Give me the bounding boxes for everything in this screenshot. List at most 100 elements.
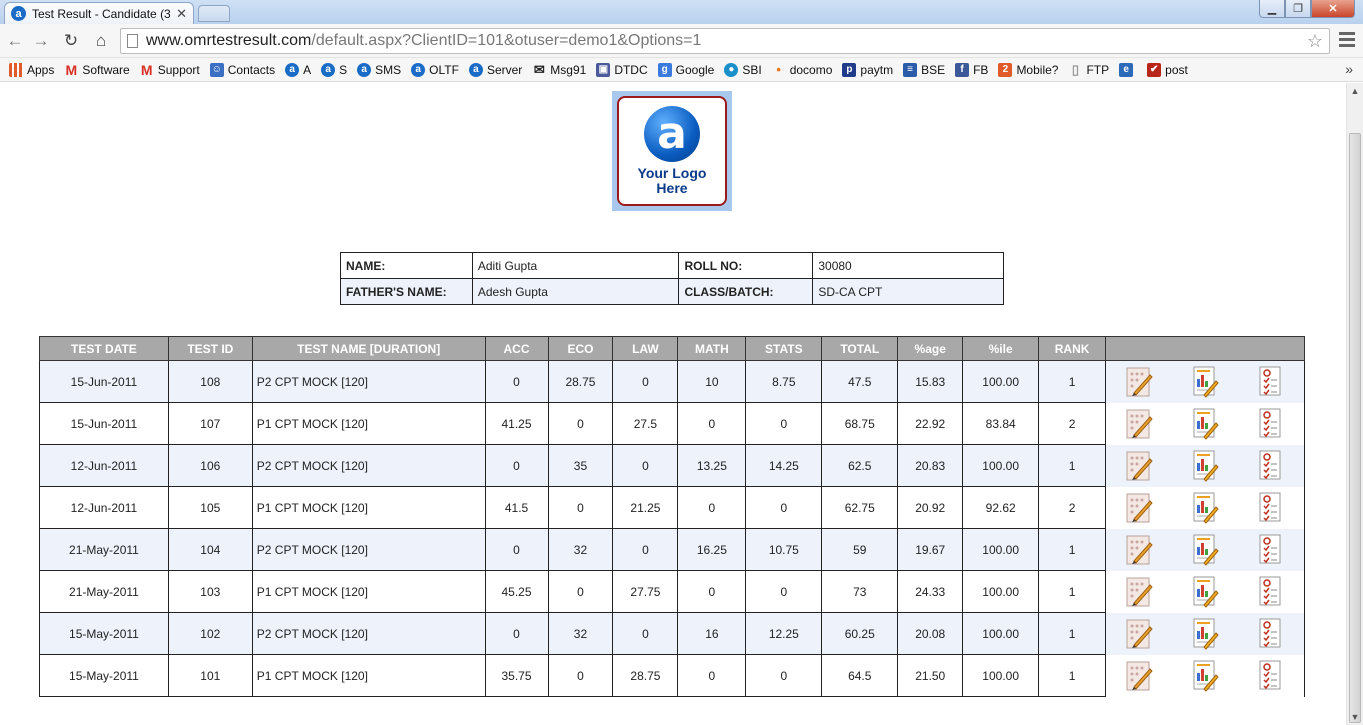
- answer-key-icon[interactable]: [1256, 659, 1286, 693]
- analysis-report-icon[interactable]: [1190, 491, 1220, 525]
- logo-text-line2: Here: [656, 180, 688, 196]
- results-table: TEST DATE TEST ID TEST NAME [DURATION] ACC E…: [39, 336, 1305, 697]
- analysis-report-icon[interactable]: [1190, 575, 1220, 609]
- bookmark-item[interactable]: aA: [280, 62, 316, 77]
- bookmark-item[interactable]: a SMS: [352, 62, 406, 77]
- acc-score-cell: 45.25: [484, 570, 549, 613]
- test-id-cell: 101: [167, 654, 253, 697]
- scroll-down-icon[interactable]: ▼: [1347, 709, 1363, 725]
- bookmark-item[interactable]: a Server: [464, 62, 527, 77]
- bookmark-star-icon[interactable]: ☆: [1307, 31, 1323, 52]
- bookmarks-overflow-icon[interactable]: »: [1345, 61, 1353, 77]
- maximize-icon[interactable]: ❐: [1285, 0, 1311, 18]
- analysis-report-icon[interactable]: [1190, 365, 1220, 399]
- bookmark-item[interactable]: ▯ FTP: [1063, 62, 1114, 77]
- omr-sheet-icon[interactable]: [1124, 617, 1154, 651]
- eco-score-cell: 0: [547, 654, 614, 697]
- browser-tab-active[interactable]: a Test Result - Candidate (3 ✕: [4, 2, 194, 24]
- row-action-group: [1106, 407, 1304, 441]
- percentage-cell: 20.92: [897, 486, 964, 529]
- omr-sheet-icon[interactable]: [1124, 533, 1154, 567]
- bookmarks-bar: Apps M Software M Support ☺ Contacts a Aa Sa SMS a O…: [0, 58, 1363, 82]
- logo-text-line1: Your Logo: [637, 165, 707, 181]
- rank-cell: 2: [1038, 402, 1107, 445]
- acc-score-cell: 35.75: [484, 654, 549, 697]
- bookmark-item[interactable]: ☺ Contacts: [205, 62, 280, 77]
- bookmark-item[interactable]: ✔ post: [1142, 62, 1193, 77]
- math-score-cell: 0: [677, 570, 747, 613]
- bookmark-label: Contacts: [227, 62, 276, 77]
- scrollbar-thumb[interactable]: [1349, 133, 1361, 723]
- bookmark-item[interactable]: ▣ DTDC: [591, 62, 652, 77]
- test-date-cell: 15-May-2011: [39, 654, 169, 697]
- bookmark-label: Support: [157, 62, 200, 77]
- column-header: RANK: [1038, 336, 1107, 361]
- bookmark-item[interactable]: M Software: [59, 62, 134, 78]
- bookmark-item[interactable]: g Google: [653, 62, 720, 77]
- answer-key-icon[interactable]: [1256, 365, 1286, 399]
- rank-cell: 2: [1038, 486, 1107, 529]
- minimize-icon[interactable]: ▁: [1259, 0, 1285, 18]
- analysis-report-icon[interactable]: [1190, 407, 1220, 441]
- omr-sheet-icon[interactable]: [1124, 449, 1154, 483]
- tab-close-icon[interactable]: ✕: [176, 6, 187, 22]
- acc-score-cell: 0: [484, 612, 549, 655]
- bookmark-item[interactable]: ✉ Msg91: [527, 61, 591, 77]
- bookmark-item[interactable]: M Support: [135, 62, 205, 78]
- omr-sheet-icon[interactable]: [1124, 407, 1154, 441]
- bookmark-item[interactable]: Apps: [4, 62, 59, 77]
- omr-sheet-icon[interactable]: [1124, 365, 1154, 399]
- bookmark-item[interactable]: ≡ BSE: [898, 62, 950, 77]
- chrome-menu-icon[interactable]: [1339, 32, 1355, 50]
- omr-sheet-icon[interactable]: [1124, 491, 1154, 525]
- close-window-icon[interactable]: ✕: [1311, 0, 1355, 18]
- omr-sheet-icon[interactable]: [1124, 575, 1154, 609]
- row-actions: [1105, 570, 1305, 613]
- bookmark-item[interactable]: ● SBI: [719, 62, 766, 77]
- a-logo-icon: a: [357, 62, 372, 77]
- bookmark-item[interactable]: a OLTF: [406, 62, 464, 77]
- bookmark-item[interactable]: • docomo: [767, 62, 838, 77]
- math-score-cell: 0: [677, 486, 747, 529]
- new-tab-button[interactable]: [198, 5, 230, 22]
- scroll-up-icon[interactable]: ▲: [1347, 83, 1363, 99]
- bookmark-label: S: [339, 62, 348, 77]
- answer-key-icon[interactable]: [1256, 407, 1286, 441]
- answer-key-icon[interactable]: [1256, 533, 1286, 567]
- back-arrow-icon[interactable]: ←: [4, 30, 26, 52]
- analysis-report-icon[interactable]: [1190, 659, 1220, 693]
- page-icon: [127, 34, 138, 48]
- bookmark-label: Google: [675, 62, 715, 77]
- row-action-group: [1106, 365, 1304, 399]
- bookmark-item[interactable]: 2 Mobile?: [993, 62, 1063, 77]
- eco-score-cell: 32: [547, 528, 614, 571]
- roll-number: 30080: [812, 252, 1004, 279]
- answer-key-icon[interactable]: [1256, 617, 1286, 651]
- column-header: STATS: [745, 336, 823, 361]
- forward-arrow-icon[interactable]: →: [30, 30, 52, 52]
- father-name-label: FATHER'S NAME:: [340, 278, 473, 305]
- window-controls: ▁ ❐ ✕: [1259, 0, 1355, 18]
- analysis-report-icon[interactable]: [1190, 449, 1220, 483]
- total-score-cell: 47.5: [821, 360, 899, 403]
- analysis-report-icon[interactable]: [1190, 617, 1220, 651]
- answer-key-icon[interactable]: [1256, 449, 1286, 483]
- test-name-cell: P1 CPT MOCK [120]: [251, 654, 486, 697]
- address-bar[interactable]: www.omrtestresult.com/default.aspx?Clien…: [120, 28, 1330, 54]
- bookmark-item[interactable]: p paytm: [837, 62, 898, 77]
- bookmark-item[interactable]: f FB: [950, 62, 993, 77]
- answer-key-icon[interactable]: [1256, 575, 1286, 609]
- test-name-cell: P1 CPT MOCK [120]: [251, 486, 486, 529]
- reload-icon[interactable]: ↻: [60, 30, 82, 52]
- envelope-icon: ✉: [533, 61, 545, 77]
- home-icon[interactable]: ⌂: [90, 30, 112, 52]
- vertical-scrollbar[interactable]: ▲ ▼: [1346, 83, 1363, 725]
- bookmark-item[interactable]: e: [1114, 62, 1142, 77]
- bookmark-item[interactable]: aS: [316, 62, 352, 77]
- ie-icon: e: [1119, 62, 1134, 77]
- test-id-cell: 105: [167, 486, 253, 529]
- omr-sheet-icon[interactable]: [1124, 659, 1154, 693]
- math-score-cell: 13.25: [677, 444, 747, 487]
- analysis-report-icon[interactable]: [1190, 533, 1220, 567]
- answer-key-icon[interactable]: [1256, 491, 1286, 525]
